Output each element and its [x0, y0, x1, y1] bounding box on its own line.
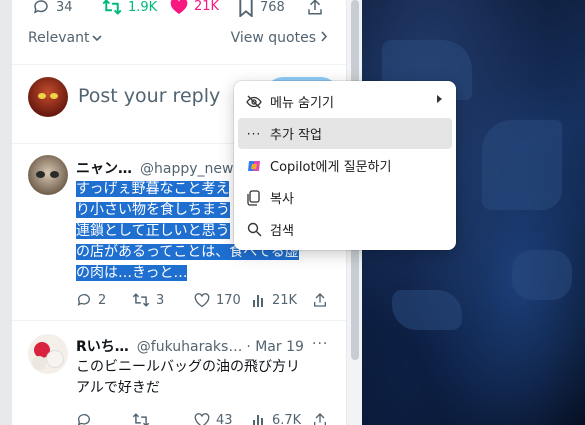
like-action[interactable]: 43 — [194, 413, 233, 425]
menu-item-label: 메뉴 숨기기 — [270, 96, 334, 111]
post-header: Rいち… @fukuharaks… · Mar 19 — [76, 336, 304, 356]
repost-action[interactable] — [132, 412, 156, 425]
like-count: 170 — [216, 292, 241, 308]
view-quotes-link[interactable]: View quotes — [231, 30, 328, 46]
user-avatar — [28, 77, 68, 117]
selected-text-line: すっげぇ野暮なこと考え — [76, 181, 230, 197]
views-action[interactable]: 6.7K — [252, 413, 301, 425]
menu-item-copy[interactable]: 복사 — [238, 182, 452, 213]
menu-item-ask-copilot[interactable]: Copilot에게 질문하기 — [238, 150, 452, 181]
reply-action[interactable]: 2 — [76, 292, 106, 308]
menu-item-label: 복사 — [270, 192, 294, 207]
menu-item-more-actions[interactable]: ··· 추가 작업 — [238, 118, 452, 149]
post-text-line: アルで好きだ — [76, 380, 160, 396]
heart-filled-icon — [170, 0, 188, 15]
browser-left-edge — [0, 0, 12, 425]
heart-icon — [194, 292, 210, 308]
reply-icon — [76, 292, 92, 308]
selected-text-line: 連鎖として正しいと思う — [76, 223, 230, 239]
post-text: このビニールバッグの油の飛び方リ アルで好きだ — [76, 357, 326, 399]
author-avatar[interactable] — [28, 155, 68, 195]
like-action[interactable]: 21K — [170, 0, 219, 15]
author-handle[interactable]: @fukuharaks… — [137, 339, 243, 355]
sort-label: Relevant — [28, 30, 90, 46]
menu-item-search[interactable]: 검색 — [238, 214, 452, 245]
share-action[interactable] — [312, 292, 328, 308]
selected-text-line: り小さい物を食しちまう — [76, 202, 230, 218]
menu-item-hide-menu[interactable]: 메뉴 숨기기 — [238, 86, 452, 117]
repost-icon — [132, 412, 150, 425]
reply-post[interactable]: Rいち… @fukuharaks… · Mar 19 ··· このビニールバッグの油… — [12, 322, 346, 425]
like-action[interactable]: 170 — [194, 293, 241, 308]
repost-icon — [132, 292, 150, 308]
reply-count: 34 — [56, 0, 73, 15]
view-count: 21K — [272, 292, 298, 308]
more-options-icon[interactable]: ··· — [312, 336, 328, 352]
like-count: 21K — [194, 0, 220, 14]
share-icon — [312, 412, 328, 425]
repost-action[interactable]: 3 — [132, 292, 164, 308]
menu-item-label: Copilot에게 질문하기 — [270, 160, 392, 175]
sort-dropdown[interactable]: Relevant — [28, 30, 103, 46]
repost-action[interactable]: 1.9K — [102, 0, 157, 16]
repost-count: 3 — [156, 292, 165, 308]
post-text-line: このビニールバッグの油の飛び方リ — [76, 359, 300, 375]
bar-chart-icon — [252, 413, 266, 425]
bar-chart-icon — [252, 293, 266, 308]
bookmark-icon — [238, 0, 254, 17]
reply-icon — [32, 0, 50, 16]
post-header: ニャン… @happy_new… — [76, 158, 247, 178]
submenu-arrow-icon — [437, 95, 442, 103]
author-name[interactable]: Rいち… — [76, 339, 129, 355]
view-quotes-label: View quotes — [230, 30, 316, 46]
view-count: 6.7K — [272, 412, 302, 425]
repost-count: 1.9K — [128, 0, 158, 15]
bookmark-action[interactable]: 768 — [238, 0, 285, 17]
menu-item-label: 검색 — [270, 224, 294, 239]
like-count: 43 — [216, 412, 233, 425]
share-action[interactable] — [306, 0, 324, 16]
post-actions: 43 6.7K — [76, 411, 336, 425]
author-handle[interactable]: @happy_new… — [140, 161, 247, 177]
author-name[interactable]: ニャン… — [76, 161, 132, 177]
reply-count: 2 — [98, 292, 107, 308]
repost-icon — [102, 0, 122, 16]
reply-action[interactable]: 34 — [32, 0, 73, 16]
author-avatar[interactable] — [28, 334, 68, 374]
reply-input[interactable]: Post your reply — [78, 85, 220, 107]
post-actions: 2 3 170 21K — [76, 291, 336, 309]
main-post-actions: 34 1.9K 21K 768 — [24, 0, 334, 18]
views-action[interactable]: 21K — [252, 293, 297, 308]
share-icon — [306, 0, 324, 16]
menu-item-label: 추가 작업 — [270, 128, 322, 143]
replies-sort-bar: Relevant View quotes — [28, 30, 328, 48]
share-icon — [312, 292, 328, 308]
search-icon — [238, 222, 270, 237]
heart-icon — [194, 412, 210, 425]
selected-text-line: の肉は…きっと… — [76, 265, 188, 281]
bookmark-count: 768 — [260, 0, 285, 15]
reply-action[interactable] — [76, 412, 98, 425]
post-date[interactable]: · Mar 19 — [246, 339, 304, 355]
ellipsis-icon: ··· — [246, 126, 262, 141]
reply-icon — [76, 412, 92, 425]
copilot-icon — [238, 158, 270, 174]
eye-off-icon — [238, 95, 270, 109]
chevron-right-icon — [321, 30, 328, 46]
copy-icon — [238, 189, 270, 206]
share-action[interactable] — [312, 412, 328, 425]
chevron-down-icon — [92, 30, 103, 46]
context-menu: 메뉴 숨기기 ··· 추가 작업 Copilot에게 질문하기 복사 검색 — [234, 81, 456, 250]
